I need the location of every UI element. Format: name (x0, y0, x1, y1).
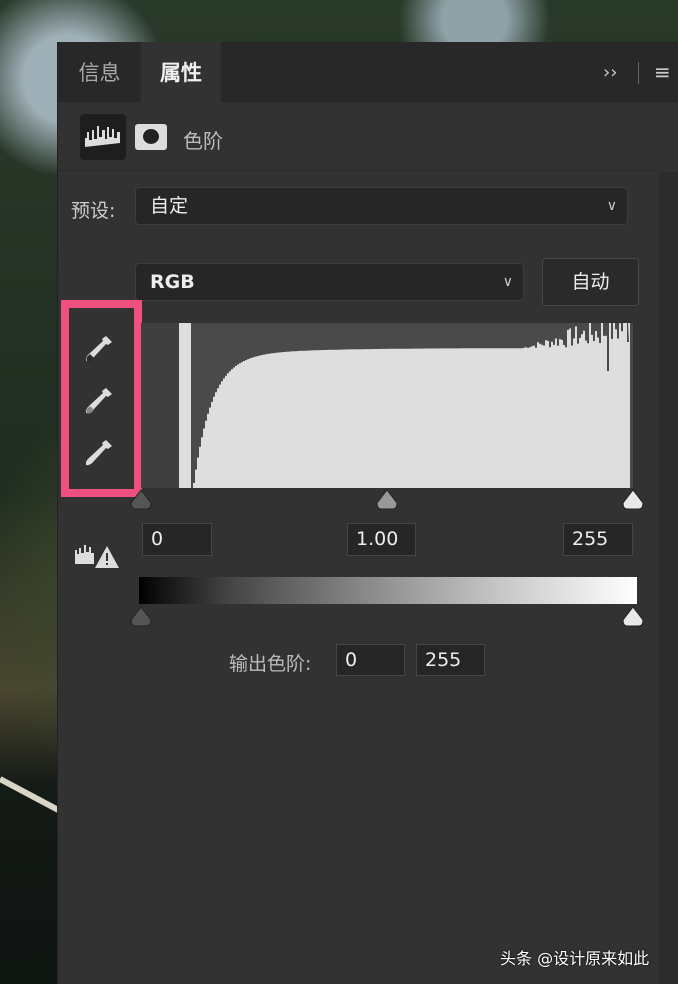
tab-bar: 信息 属性 ›› ≡ (58, 42, 678, 102)
white-point-eyedropper-icon[interactable] (80, 436, 116, 472)
histogram-empty-region (141, 323, 179, 488)
output-min-field[interactable]: 0 (336, 644, 405, 676)
chevron-down-icon: ∨ (502, 274, 513, 290)
histogram (141, 313, 633, 488)
watermark: 头条 @设计原来如此 (500, 949, 650, 968)
channel-value: RGB (150, 271, 195, 293)
tab-info[interactable]: 信息 (58, 42, 141, 102)
adjustment-label: 色阶 (183, 129, 223, 153)
gray-point-eyedropper-icon[interactable] (80, 384, 116, 420)
divider (58, 170, 658, 171)
input-shadow-field[interactable]: 0 (142, 523, 212, 556)
preset-value: 自定 (150, 195, 189, 217)
histogram-graph (179, 313, 630, 488)
clipping-warning-icon[interactable] (74, 540, 120, 570)
output-gradient-bar (139, 577, 637, 604)
scrollbar-track[interactable] (658, 172, 678, 984)
properties-panel: 信息 属性 ›› ≡ 色阶 预设: 自定 ∨ RGB ∨ 自动 0 1.00 2… (57, 42, 678, 984)
divider (638, 62, 639, 84)
levels-histogram-icon[interactable] (80, 114, 126, 160)
menu-icon[interactable]: ≡ (654, 60, 671, 84)
collapse-icon[interactable]: ›› (603, 62, 617, 83)
auto-button[interactable]: 自动 (542, 258, 639, 306)
preset-dropdown[interactable]: 自定 ∨ (135, 187, 628, 225)
input-midtone-field[interactable]: 1.00 (347, 523, 416, 556)
output-levels-label: 输出色阶: (229, 653, 312, 675)
chevron-down-icon: ∨ (606, 198, 617, 214)
input-highlight-field[interactable]: 255 (563, 523, 633, 556)
black-point-eyedropper-icon[interactable] (80, 332, 116, 368)
layer-mask-icon[interactable] (135, 124, 167, 150)
channel-dropdown[interactable]: RGB ∨ (135, 263, 524, 301)
tab-properties[interactable]: 属性 (141, 42, 221, 102)
preset-label: 预设: (71, 200, 116, 222)
output-max-field[interactable]: 255 (416, 644, 485, 676)
